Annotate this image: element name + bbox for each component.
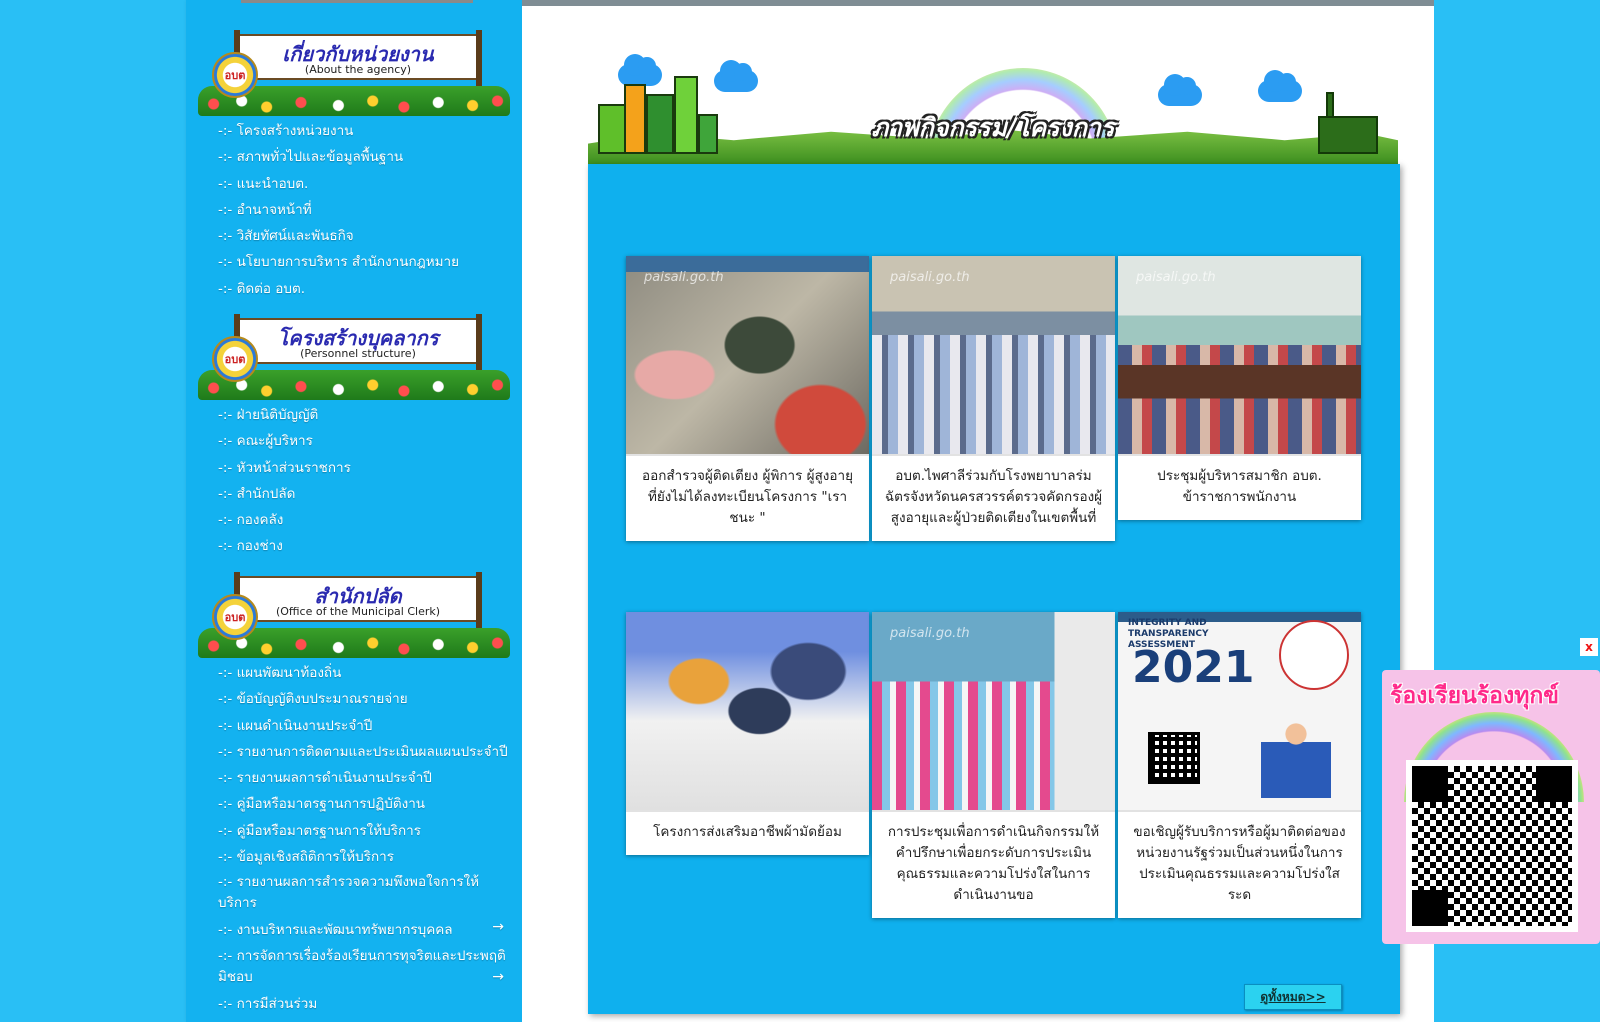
complaint-qr-code[interactable] [1406,760,1578,932]
activities-panel: paisali.go.th ออกสำรวจผู้ติดเตียง ผู้พิก… [588,164,1400,1014]
activity-photo[interactable] [626,612,869,812]
menu-item-plan-evaluation-report[interactable]: -:- รายงานการติดตามและประเมินผลแผนประจำป… [218,739,518,765]
about-agency-menu: -:- โครงสร้างหน่วยงาน -:- สภาพทั่วไปและข… [218,118,518,302]
menu-item-corruption-complaints[interactable]: -:- การจัดการเรื่องร้องเรียนการทุจริตและ… [218,944,518,991]
menu-item-authority[interactable]: -:- อำนาจหน้าที่ [218,197,518,223]
activity-card[interactable]: paisali.go.th ประชุมผู้บริหารสมาชิก อบต.… [1118,256,1361,520]
agency-seal-icon: อบต [212,52,258,98]
main-content: ภาพกิจกรรม/โครงการ paisali.go.th ออกสำรว… [522,0,1434,1022]
menu-item-contact[interactable]: -:- ติดต่อ อบต. [218,276,518,302]
menu-item-general-info[interactable]: -:- สภาพทั่วไปและข้อมูลพื้นฐาน [218,144,518,170]
activities-header-banner: ภาพกิจกรรม/โครงการ [588,46,1398,164]
menu-item-annual-operation-plan[interactable]: -:- แผนดำเนินงานประจำปี [218,713,518,739]
complaint-qr-widget[interactable]: x ร้องเรียนร้องทุกข์ [1382,638,1600,944]
activities-title: ภาพกิจกรรม/โครงการ [871,113,1115,142]
activity-caption[interactable]: ประชุมผู้บริหารสมาชิก อบต. ข้าราชการพนัก… [1118,456,1361,520]
menu-item-hr-management[interactable]: -:- งานบริหารและพัฒนาทรัพยากรบุคคล → [218,917,518,943]
menu-item-local-development-plan[interactable]: -:- แผนพัฒนาท้องถิ่น [218,660,518,686]
sidebar-top-edge [241,0,473,3]
person-illustration [1261,718,1331,798]
activity-caption[interactable]: ออกสำรวจผู้ติดเตียง ผู้พิการ ผู้สูงอายุ … [626,456,869,541]
banner-title-en: (About the agency) [304,63,412,76]
menu-item-annual-performance-report[interactable]: -:- รายงานผลการดำเนินงานประจำปี [218,765,518,791]
activity-card[interactable]: paisali.go.th ออกสำรวจผู้ติดเตียง ผู้พิก… [626,256,869,541]
watermark: paisali.go.th [1136,270,1216,285]
agency-seal-icon: อบต [212,594,258,640]
menu-item-organization-structure[interactable]: -:- โครงสร้างหน่วยงาน [218,118,518,144]
clerk-office-menu: -:- แผนพัฒนาท้องถิ่น -:- ข้อบัญญัติงบประ… [218,660,518,1017]
clerk-office-banner: สำนักปลัด (Office of the Municipal Clerk… [198,572,510,658]
menu-item-engineering-division[interactable]: -:- กองช่าง [218,533,518,559]
menu-item-introduction[interactable]: -:- แนะนำอบต. [218,171,518,197]
activity-caption[interactable]: การประชุมเพื่อการดำเนินกิจกรรมให้คำปรึกษ… [872,812,1115,918]
close-icon[interactable]: x [1580,638,1598,656]
cloud-icon [1258,70,1302,102]
personnel-structure-banner: โครงสร้างบุคลากร (Personnel structure) อ… [198,314,510,400]
personnel-menu: -:- ฝ่ายนิติบัญญัติ -:- คณะผู้บริหาร -:-… [218,402,518,560]
watermark: paisali.go.th [890,270,970,285]
activity-photo[interactable]: paisali.go.th [1118,256,1361,456]
complaint-title: ร้องเรียนร้องทุกข์ [1390,682,1560,709]
menu-item-service-statistics[interactable]: -:- ข้อมูลเชิงสถิติการให้บริการ [218,844,518,870]
menu-item-operation-manual[interactable]: -:- คู่มือหรือมาตรฐานการปฏิบัติงาน [218,791,518,817]
banner-title-en: (Office of the Municipal Clerk) [275,605,441,618]
menu-item-label: -:- การจัดการเรื่องร้องเรียนการทุจริตและ… [218,947,506,985]
activity-photo[interactable]: paisali.go.th [626,256,869,456]
arrow-right-icon: → [492,968,504,985]
activity-caption[interactable]: โครงการส่งเสริมอาชีพผ้ามัดย้อม [626,812,869,855]
menu-item-label: -:- งานบริหารและพัฒนาทรัพยากรบุคคล [218,922,453,939]
about-agency-banner: เกี่ยวกับหน่วยงาน (About the agency) อบต [198,30,510,116]
watermark: paisali.go.th [644,270,724,285]
activity-card[interactable]: paisali.go.th อบต.ไพศาลีร่วมกับโรงพยาบาล… [872,256,1115,541]
menu-item-department-heads[interactable]: -:- หัวหน้าส่วนราชการ [218,455,518,481]
menu-item-clerk-office[interactable]: -:- สำนักปลัด [218,481,518,507]
menu-item-finance-division[interactable]: -:- กองคลัง [218,507,518,533]
poster-year: 2021 [1132,642,1255,693]
menu-item-participation[interactable]: -:- การมีส่วนร่วม [218,991,518,1017]
menu-item-satisfaction-survey[interactable]: -:- รายงานผลการสำรวจความพึงพอใจการให้บริ… [218,870,518,917]
menu-item-service-manual[interactable]: -:- คู่มือหรือมาตรฐานการให้บริการ [218,818,518,844]
activity-photo[interactable]: paisali.go.th [872,256,1115,456]
activity-caption[interactable]: อบต.ไพศาลีร่วมกับโรงพยาบาลร่มฉัตรจังหวัด… [872,456,1115,541]
arrow-right-icon: → [492,919,504,936]
activity-card[interactable]: โครงการส่งเสริมอาชีพผ้ามัดย้อม [626,612,869,855]
activity-photo[interactable]: INTEGRITY AND TRANSPARENCY ASSESSMENT 20… [1118,612,1361,812]
agency-seal-icon: อบต [212,336,258,382]
activity-card[interactable]: INTEGRITY AND TRANSPARENCY ASSESSMENT 20… [1118,612,1361,918]
activity-card[interactable]: paisali.go.th การประชุมเพื่อการดำเนินกิจ… [872,612,1115,918]
qr-code-icon [1412,766,1572,926]
sidebar: เกี่ยวกับหน่วยงาน (About the agency) อบต… [186,0,522,1022]
banner-title-en: (Personnel structure) [300,347,416,360]
view-all-button[interactable]: ดูทั้งหมด>> [1244,984,1342,1010]
menu-item-vision-mission[interactable]: -:- วิสัยทัศน์และพันธกิจ [218,223,518,249]
poster-badge [1279,620,1349,690]
menu-item-budget-ordinance[interactable]: -:- ข้อบัญญัติงบประมาณรายจ่าย [218,686,518,712]
banner-board: เกี่ยวกับหน่วยงาน (About the agency) [234,30,482,100]
banner-board: สำนักปลัด (Office of the Municipal Clerk… [234,572,482,642]
activity-caption[interactable]: ขอเชิญผู้รับบริการหรือผู้มาติดต่อของหน่ว… [1118,812,1361,918]
watermark: paisali.go.th [890,626,970,641]
menu-item-executives[interactable]: -:- คณะผู้บริหาร [218,428,518,454]
menu-item-policy[interactable]: -:- นโยบายการบริหาร สำนักงานกฎหมาย [218,249,518,275]
cloud-icon [1158,74,1202,106]
banner-board: โครงสร้างบุคลากร (Personnel structure) [234,314,482,384]
qr-code-icon [1148,732,1200,784]
menu-item-legislative[interactable]: -:- ฝ่ายนิติบัญญัติ [218,402,518,428]
activity-photo[interactable]: paisali.go.th [872,612,1115,812]
